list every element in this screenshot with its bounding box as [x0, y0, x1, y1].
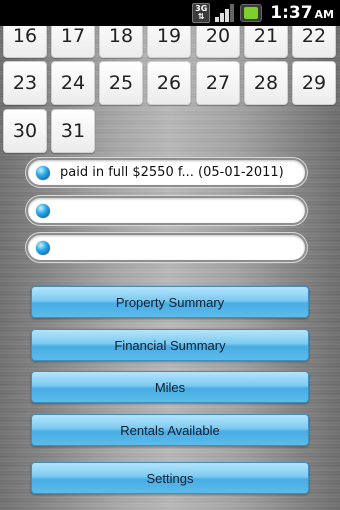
rentals-available-button[interactable]: Rentals Available: [31, 414, 309, 446]
clock-ampm: AM: [314, 8, 334, 21]
miles-button[interactable]: Miles: [31, 371, 309, 403]
bullet-icon: [36, 240, 50, 255]
battery-charging-icon: [240, 4, 263, 22]
note-text-1: paid in full $2550 f... (05-01-2011): [60, 165, 284, 180]
calendar-day-30[interactable]: 30: [3, 109, 47, 153]
calendar-day-28[interactable]: 28: [244, 61, 288, 105]
calendar-day-25[interactable]: 25: [99, 61, 143, 105]
status-bar: 3G ⇅ 1:37 AM: [0, 0, 340, 26]
financial-summary-button[interactable]: Financial Summary: [31, 329, 309, 361]
data-arrows-icon: ⇅: [197, 12, 205, 21]
calendar-day-24[interactable]: 24: [51, 61, 95, 105]
bullet-icon: [36, 203, 50, 218]
clock-time: 1:37: [270, 3, 313, 23]
property-summary-button[interactable]: Property Summary: [31, 286, 309, 318]
note-field-1[interactable]: paid in full $2550 f... (05-01-2011): [26, 158, 307, 187]
calendar-day-23[interactable]: 23: [3, 61, 47, 105]
network-3g-icon: 3G ⇅: [192, 3, 211, 23]
note-field-3[interactable]: [26, 233, 307, 262]
settings-button[interactable]: Settings: [31, 462, 309, 494]
bullet-icon: [36, 165, 50, 180]
calendar-day-26[interactable]: 26: [147, 61, 191, 105]
calendar-day-31[interactable]: 31: [51, 109, 95, 153]
calendar-day-29[interactable]: 29: [292, 61, 336, 105]
note-field-2[interactable]: [26, 196, 307, 225]
calendar-day-27[interactable]: 27: [196, 61, 240, 105]
signal-strength-icon: [214, 3, 236, 23]
